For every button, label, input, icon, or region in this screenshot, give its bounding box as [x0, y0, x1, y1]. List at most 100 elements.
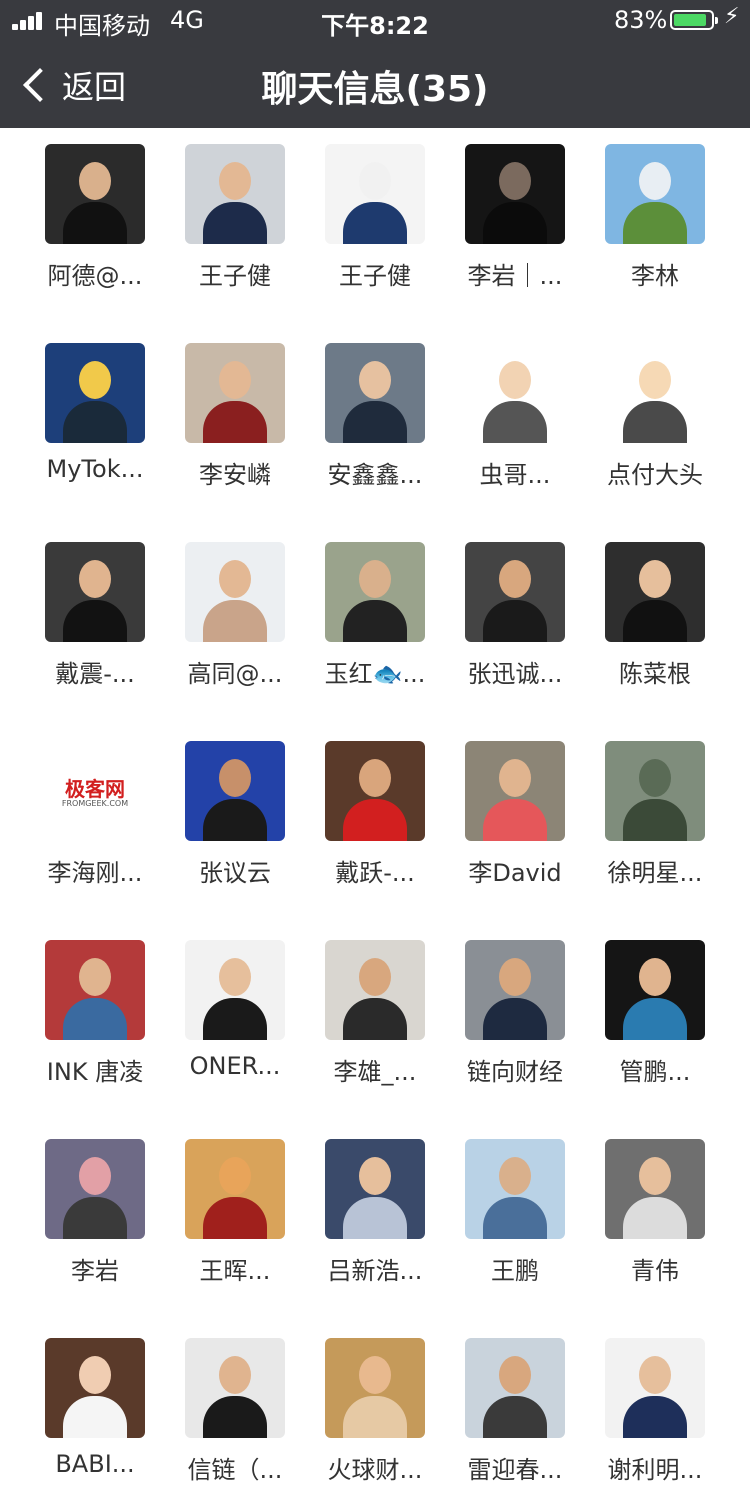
member-item[interactable]: 阿德@... [25, 144, 165, 291]
member-item[interactable]: 张迅诚... [445, 542, 585, 689]
member-avatar[interactable] [325, 144, 425, 244]
member-avatar[interactable] [465, 741, 565, 841]
member-item[interactable]: MyTok... [25, 343, 165, 490]
avatar-head [219, 361, 251, 399]
member-avatar[interactable] [185, 542, 285, 642]
avatar-head [639, 560, 671, 598]
member-name: 高同@... [187, 660, 283, 688]
member-item[interactable]: 王鹏 [445, 1139, 585, 1286]
member-item[interactable]: 王子健 [305, 144, 445, 291]
avatar-body [343, 401, 407, 443]
member-avatar[interactable] [325, 741, 425, 841]
avatar-body [623, 1396, 687, 1438]
member-item[interactable]: 虫哥... [445, 343, 585, 490]
member-item[interactable]: 玉红🐟... [305, 542, 445, 689]
member-avatar[interactable] [45, 1338, 145, 1438]
member-item[interactable]: 李岩｜... [445, 144, 585, 291]
avatar-head [79, 162, 111, 200]
charging-icon: ⚡ [724, 4, 740, 29]
member-name: 戴震-... [55, 660, 135, 688]
member-item[interactable]: 李林 [585, 144, 725, 291]
member-name: 点付大头 [607, 461, 703, 489]
member-avatar[interactable] [45, 144, 145, 244]
member-avatar[interactable] [185, 1338, 285, 1438]
member-item[interactable]: BABI... [25, 1338, 165, 1485]
member-item[interactable]: 王晖... [165, 1139, 305, 1286]
member-item[interactable]: 李雄_... [305, 940, 445, 1087]
avatar-head [359, 1356, 391, 1394]
member-item[interactable]: 点付大头 [585, 343, 725, 490]
member-avatar[interactable] [605, 1338, 705, 1438]
member-avatar[interactable] [465, 542, 565, 642]
member-avatar[interactable] [185, 940, 285, 1040]
member-item[interactable]: 雷迎春... [445, 1338, 585, 1485]
member-item[interactable]: 管鹏... [585, 940, 725, 1087]
avatar-body [343, 998, 407, 1040]
member-item[interactable]: 极客网 FROMGEEK.COM 李海刚... [25, 741, 165, 888]
member-name: 谢利明... [607, 1456, 703, 1484]
member-item[interactable]: 李安嶙 [165, 343, 305, 490]
member-avatar[interactable] [465, 1139, 565, 1239]
member-item[interactable]: 安鑫鑫... [305, 343, 445, 490]
member-item[interactable]: 戴震-... [25, 542, 165, 689]
member-item[interactable]: 高同@... [165, 542, 305, 689]
member-avatar[interactable] [605, 940, 705, 1040]
avatar-head [219, 560, 251, 598]
member-avatar[interactable]: 极客网 FROMGEEK.COM [45, 741, 145, 841]
member-item[interactable]: 王子健 [165, 144, 305, 291]
avatar-head [499, 759, 531, 797]
member-name: 火球财... [327, 1456, 423, 1484]
member-item[interactable]: 李David [445, 741, 585, 888]
member-avatar[interactable] [45, 343, 145, 443]
member-avatar[interactable] [325, 940, 425, 1040]
avatar-head [79, 958, 111, 996]
member-item[interactable]: ONER... [165, 940, 305, 1087]
member-name: 张议云 [199, 859, 271, 887]
member-item[interactable]: 青伟 [585, 1139, 725, 1286]
member-item[interactable]: INK 唐凌 [25, 940, 165, 1087]
member-avatar[interactable] [325, 542, 425, 642]
member-name: 安鑫鑫... [327, 461, 423, 489]
member-avatar[interactable] [185, 144, 285, 244]
member-avatar[interactable] [465, 940, 565, 1040]
avatar-head [359, 1157, 391, 1195]
member-item[interactable]: 链向财经 [445, 940, 585, 1087]
avatar-head [499, 361, 531, 399]
member-avatar[interactable] [325, 1338, 425, 1438]
member-name: 虫哥... [479, 461, 551, 489]
member-name: 张迅诚... [467, 660, 563, 688]
member-avatar[interactable] [465, 144, 565, 244]
member-item[interactable]: 戴跃-... [305, 741, 445, 888]
member-avatar[interactable] [45, 940, 145, 1040]
avatar-head [499, 560, 531, 598]
member-item[interactable]: 陈菜根 [585, 542, 725, 689]
member-avatar[interactable] [185, 741, 285, 841]
member-item[interactable]: 徐明星... [585, 741, 725, 888]
member-avatar[interactable] [465, 343, 565, 443]
member-item[interactable]: 谢利明... [585, 1338, 725, 1485]
member-avatar[interactable] [325, 343, 425, 443]
member-name: 玉红🐟... [324, 660, 426, 688]
member-avatar[interactable] [605, 1139, 705, 1239]
member-avatar[interactable] [325, 1139, 425, 1239]
member-avatar[interactable] [185, 1139, 285, 1239]
member-item[interactable]: 李岩 [25, 1139, 165, 1286]
member-name: 陈菜根 [619, 660, 691, 688]
member-item[interactable]: 火球财... [305, 1338, 445, 1485]
member-avatar[interactable] [605, 144, 705, 244]
member-avatar[interactable] [605, 343, 705, 443]
avatar-body [343, 799, 407, 841]
member-name: 链向财经 [467, 1058, 563, 1086]
member-item[interactable]: 吕新浩... [305, 1139, 445, 1286]
member-avatar[interactable] [185, 343, 285, 443]
member-avatar[interactable] [465, 1338, 565, 1438]
avatar-head [219, 1356, 251, 1394]
member-avatar[interactable] [45, 1139, 145, 1239]
member-avatar[interactable] [605, 542, 705, 642]
avatar-head [499, 162, 531, 200]
avatar-head [359, 958, 391, 996]
member-avatar[interactable] [45, 542, 145, 642]
member-item[interactable]: 信链（... [165, 1338, 305, 1485]
member-item[interactable]: 张议云 [165, 741, 305, 888]
member-avatar[interactable] [605, 741, 705, 841]
